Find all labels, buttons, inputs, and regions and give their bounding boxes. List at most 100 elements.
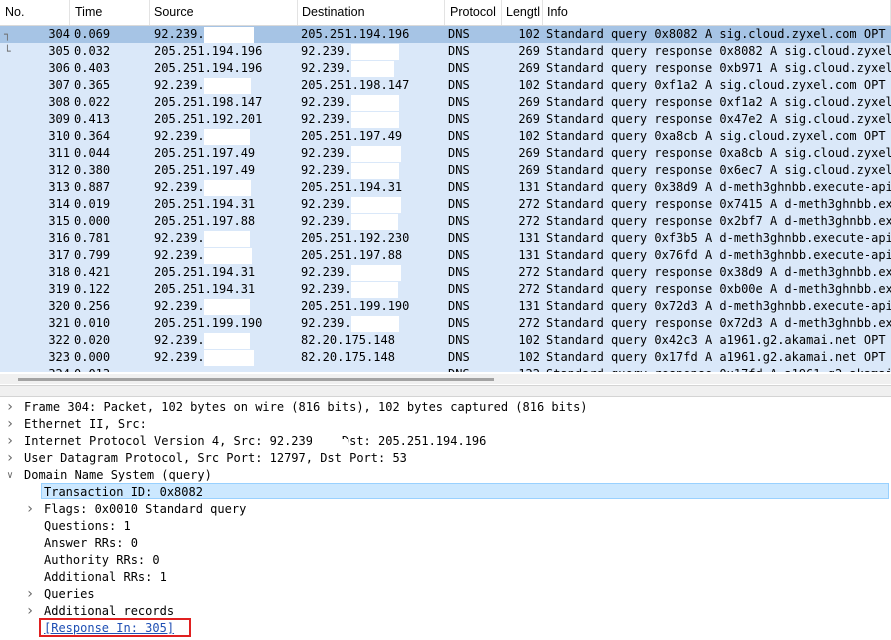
packet-row[interactable]: 318 0.421 205.251.194.31 92.239. DNS 272 Stand… bbox=[0, 264, 891, 283]
detail-item[interactable]: Queries bbox=[44, 586, 95, 603]
packet-length: 102 bbox=[518, 333, 540, 347]
packet-source: 205.251.194.31 bbox=[154, 197, 256, 211]
packet-row[interactable]: 320 0.256 92.239. 205.251.199.190 DNS 131 Stan… bbox=[0, 298, 891, 317]
detail-text: Ethernet II, Src: bbox=[24, 417, 147, 431]
packet-details-pane[interactable]: › Frame 304: Packet, 102 bytes on wire (8… bbox=[0, 397, 891, 640]
packet-destination: 205.251.199.190 bbox=[301, 299, 410, 313]
packet-row[interactable]: 316 0.781 92.239. 205.251.192.230 DNS 131 Stan… bbox=[0, 230, 891, 249]
detail-item[interactable]: Frame 304: Packet, 102 bytes on wire (81… bbox=[24, 399, 588, 416]
detail-item[interactable]: Authority RRs: 0 bbox=[44, 552, 160, 569]
horizontal-scrollbar[interactable] bbox=[0, 374, 891, 384]
column-header-info[interactable]: Info bbox=[542, 0, 891, 25]
packet-row[interactable]: 321 0.010 205.251.199.190 92.239. DNS 272 Stan… bbox=[0, 315, 891, 334]
packet-time: 0.887 bbox=[74, 180, 111, 194]
packet-protocol: DNS bbox=[448, 146, 470, 160]
packet-row[interactable]: 319 0.122 205.251.194.31 92.239. DNS 272 Stand… bbox=[0, 281, 891, 300]
expand-chevron-icon[interactable]: › bbox=[24, 586, 36, 603]
packet-row[interactable]: 305 0.032 205.251.194.196 92.239. DNS 269 Stan… bbox=[0, 43, 891, 62]
packet-no: 318 bbox=[48, 265, 70, 279]
scrollbar-thumb[interactable] bbox=[18, 378, 494, 381]
packet-info: Standard query 0xf3b5 A d-meth3ghnbb.exe… bbox=[546, 231, 891, 245]
expand-chevron-icon[interactable]: › bbox=[4, 399, 16, 416]
column-header-length[interactable]: Lengtl bbox=[501, 0, 543, 25]
detail-text: Answer RRs: 0 bbox=[44, 536, 138, 550]
packet-no: 314 bbox=[48, 197, 70, 211]
detail-text: Additional RRs: 1 bbox=[44, 570, 167, 584]
detail-item[interactable]: Answer RRs: 0 bbox=[44, 535, 138, 552]
packet-source: 205.251.192.201 bbox=[154, 112, 263, 126]
collapse-chevron-icon[interactable]: ∨ bbox=[4, 467, 16, 484]
packet-time: 0.799 bbox=[74, 248, 111, 262]
packet-source: 205.251.197.49 bbox=[154, 146, 256, 160]
packet-row[interactable]: 304 0.069 92.239. 205.251.194.196 DNS 102 Stan… bbox=[0, 26, 891, 45]
packet-length: 269 bbox=[518, 112, 540, 126]
packet-length: 269 bbox=[518, 61, 540, 75]
detail-text: Queries bbox=[44, 587, 95, 601]
detail-item[interactable]: User Datagram Protocol, Src Port: 12797,… bbox=[24, 450, 407, 467]
detail-item[interactable]: Additional RRs: 1 bbox=[44, 569, 167, 586]
packet-row[interactable]: 310 0.364 92.239. 205.251.197.49 DNS 102 Stand… bbox=[0, 128, 891, 147]
column-header-time[interactable]: Time bbox=[70, 0, 150, 25]
packet-time: 0.022 bbox=[74, 95, 111, 109]
packet-length: 272 bbox=[518, 316, 540, 330]
packet-protocol: DNS bbox=[448, 214, 470, 228]
packet-length: 102 bbox=[518, 129, 540, 143]
packet-info: Standard query 0x76fd A d-meth3ghnbb.exe… bbox=[546, 248, 891, 262]
packet-info: Standard query response 0x38d9 A d-meth3… bbox=[546, 265, 891, 279]
packet-row[interactable]: 314 0.019 205.251.194.31 92.239. DNS 272 Stand… bbox=[0, 196, 891, 215]
column-header-source[interactable]: Source bbox=[149, 0, 298, 25]
packet-row[interactable]: 311 0.044 205.251.197.49 92.239. DNS 269 Stand… bbox=[0, 145, 891, 164]
packet-info: Standard query response 0xa8cb A sig.clo… bbox=[546, 146, 891, 160]
packet-row[interactable]: 324 0.013 DNS122 Standard query response 0x… bbox=[0, 366, 891, 372]
packet-row[interactable]: 323 0.000 92.239. 82.20.175.148 DNS 102 Standa… bbox=[0, 349, 891, 368]
detail-item[interactable]: Domain Name System (query) bbox=[24, 467, 212, 484]
packet-row[interactable]: 312 0.380 205.251.197.49 92.239. DNS 269 Stand… bbox=[0, 162, 891, 181]
packet-info: Standard query 0x42c3 A a1961.g2.akamai.… bbox=[546, 333, 886, 347]
packet-protocol: DNS bbox=[448, 180, 470, 194]
detail-item[interactable]: Questions: 1 bbox=[44, 518, 131, 535]
packet-row[interactable]: 313 0.887 92.239. 205.251.194.31 DNS 131 Stand… bbox=[0, 179, 891, 198]
packet-list[interactable]: 304 0.069 92.239. 205.251.194.196 DNS 102 Stan… bbox=[0, 26, 891, 372]
expand-chevron-icon[interactable]: › bbox=[24, 603, 36, 620]
expand-chevron-icon[interactable]: › bbox=[24, 501, 36, 518]
packet-length: 272 bbox=[518, 214, 540, 228]
packet-row[interactable]: 307 0.365 92.239. 205.251.198.147 DNS 102 Stan… bbox=[0, 77, 891, 96]
packet-info: Standard query 0x72d3 A d-meth3ghnbb.exe… bbox=[546, 299, 891, 313]
packet-no: 313 bbox=[48, 180, 70, 194]
packet-time: 0.013 bbox=[74, 366, 149, 372]
packet-time: 0.413 bbox=[74, 112, 111, 126]
detail-item[interactable]: Flags: 0x0010 Standard query bbox=[44, 501, 246, 518]
packet-length: 102 bbox=[518, 350, 540, 364]
column-header-protocol[interactable]: Protocol bbox=[445, 0, 502, 25]
detail-item[interactable]: Internet Protocol Version 4, Src: 92.239… bbox=[24, 433, 486, 450]
packet-source: 205.251.198.147 bbox=[154, 95, 263, 109]
packet-no: 322 bbox=[48, 333, 70, 347]
packet-time: 0.032 bbox=[74, 44, 111, 58]
packet-no: 310 bbox=[48, 129, 70, 143]
packet-row[interactable]: 317 0.799 92.239. 205.251.197.88 DNS 131 Stand… bbox=[0, 247, 891, 266]
expand-chevron-icon[interactable]: › bbox=[4, 433, 16, 450]
column-header-no[interactable]: No. bbox=[0, 0, 70, 25]
packet-row[interactable]: 308 0.022 205.251.198.147 92.239. DNS 269 Stan… bbox=[0, 94, 891, 113]
packet-length: 269 bbox=[518, 163, 540, 177]
packet-info: Standard query 0x8082 A sig.cloud.zyxel.… bbox=[546, 27, 886, 41]
packet-row[interactable]: 322 0.020 92.239. 82.20.175.148 DNS 102 Standa… bbox=[0, 332, 891, 351]
pane-splitter[interactable] bbox=[0, 385, 891, 397]
expand-chevron-icon[interactable]: › bbox=[4, 416, 16, 433]
detail-text: Additional records bbox=[44, 604, 175, 618]
detail-item[interactable]: Transaction ID: 0x8082 bbox=[44, 484, 203, 501]
packet-protocol: DNS bbox=[448, 129, 470, 143]
packet-length: 272 bbox=[518, 197, 540, 211]
packet-row[interactable]: 315 0.000 205.251.197.88 92.239. DNS 272 Stand… bbox=[0, 213, 891, 232]
column-header-destination[interactable]: Destination bbox=[297, 0, 445, 25]
packet-length: 131 bbox=[518, 299, 540, 313]
expand-chevron-icon[interactable]: › bbox=[4, 450, 16, 467]
packet-row[interactable]: 306 0.403 205.251.194.196 92.239. DNS 269 Stan… bbox=[0, 60, 891, 79]
packet-info: Standard query response 0x72d3 A d-meth3… bbox=[546, 316, 891, 330]
packet-source: 205.251.199.190 bbox=[154, 316, 263, 330]
related-packet-icon: ┐ bbox=[4, 28, 11, 41]
packet-info: Standard query response 0x47e2 A sig.clo… bbox=[546, 112, 891, 126]
packet-no: 309 bbox=[48, 112, 70, 126]
packet-row[interactable]: 309 0.413 205.251.192.201 92.239. DNS 269 Stan… bbox=[0, 111, 891, 130]
detail-item[interactable]: Ethernet II, Src: bbox=[24, 416, 147, 433]
